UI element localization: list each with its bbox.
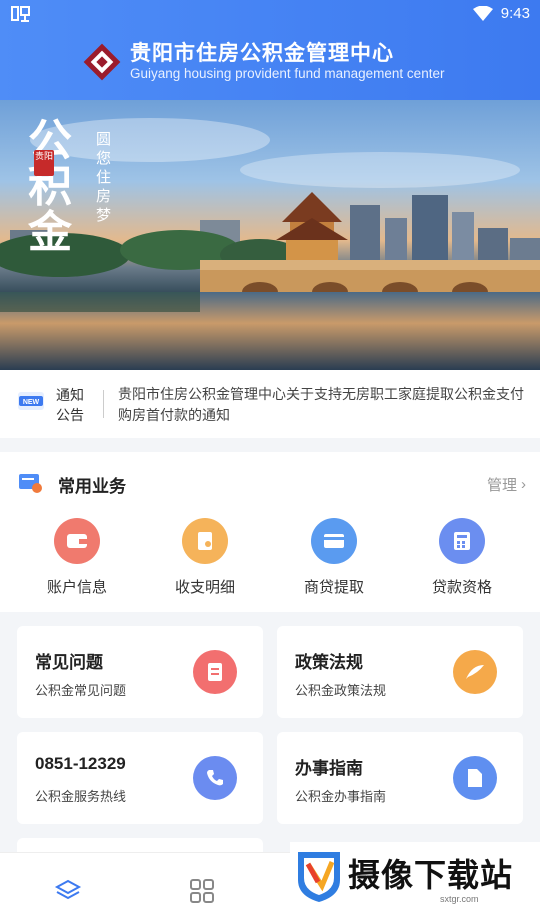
- card-guide[interactable]: 办事指南 公积金办事指南: [277, 732, 523, 824]
- service-label: 贷款资格: [431, 579, 492, 596]
- banner-slogan: 圆您住房梦: [96, 130, 112, 224]
- card-icon: [311, 518, 357, 564]
- services-title-icon: [19, 474, 42, 493]
- watermark-text: 摄像下载站: [348, 856, 514, 894]
- service-label: 账户信息: [46, 579, 107, 596]
- wifi-icon: [472, 5, 493, 21]
- watermark-url: sxtgr.com: [440, 894, 479, 904]
- status-time: 9:43: [500, 5, 530, 22]
- card-subtitle: 公积金常见问题: [35, 683, 127, 698]
- layers-icon: [54, 879, 82, 900]
- watermark: 摄像下载站 sxtgr.com: [290, 842, 540, 910]
- common-services: 常用业务 管理 › 账户信息 收支明细 商贷提取 贷款资格: [0, 452, 540, 612]
- card-subtitle: 公积金服务热线: [35, 789, 127, 804]
- phone-icon: [193, 756, 237, 800]
- grid-icon: [190, 879, 214, 903]
- manage-button[interactable]: 管理 ›: [487, 474, 526, 495]
- document-icon: [193, 650, 237, 694]
- notice-bar[interactable]: NEW 通知 公告 贵阳市住房公积金管理中心关于支持无房职工家庭提取公积金支付购…: [0, 370, 540, 438]
- notice-text[interactable]: 贵阳市住房公积金管理中心关于支持无房职工家庭提取公积金支付购房首付款的通知: [118, 384, 528, 426]
- card-subtitle: 公积金政策法规: [295, 683, 387, 698]
- service-income-expense[interactable]: 收支明细: [150, 518, 260, 597]
- card-hotline[interactable]: 0851-12329 公积金服务热线: [17, 732, 263, 824]
- calculator-icon: [439, 518, 485, 564]
- service-account-info[interactable]: 账户信息: [22, 518, 132, 597]
- notice-divider: [103, 390, 104, 418]
- nav-home[interactable]: [54, 877, 82, 905]
- card-title: 政策法规: [295, 653, 363, 672]
- banner-image[interactable]: 公积金 贵阳 圆您住房梦: [0, 100, 540, 370]
- receipt-icon: [182, 518, 228, 564]
- svg-text:NEW: NEW: [23, 399, 40, 406]
- file-icon: [453, 756, 497, 800]
- header-subtitle: Guiyang housing provident fund managemen…: [130, 66, 445, 81]
- app-header: 9:43 贵阳市住房公积金管理中心 Guiyang housing provid…: [0, 0, 540, 100]
- service-loan-eligibility[interactable]: 贷款资格: [407, 518, 517, 597]
- services-title: 常用业务: [58, 477, 126, 496]
- service-label: 收支明细: [174, 579, 235, 596]
- chevron-right-icon: ›: [521, 476, 526, 493]
- card-title: 0851-12329: [35, 754, 126, 773]
- notice-label: 通知 公告: [56, 387, 84, 423]
- status-bar: 9:43: [0, 0, 540, 28]
- header-title: 贵阳市住房公积金管理中心: [130, 42, 394, 65]
- service-label: 商贷提取: [303, 579, 364, 596]
- card-subtitle: 公积金办事指南: [295, 789, 387, 804]
- org-logo: 贵阳市住房公积金管理中心 Guiyang housing provident f…: [82, 42, 444, 82]
- wallet-icon: [54, 518, 100, 564]
- bug-icon: [11, 6, 30, 22]
- card-title: 常见问题: [35, 653, 103, 672]
- org-emblem-icon: [83, 43, 121, 81]
- card-faq[interactable]: 常见问题 公积金常见问题: [17, 626, 263, 718]
- quill-icon: [453, 650, 497, 694]
- banner-calligraphy: 公积金: [28, 115, 72, 258]
- new-badge-icon: NEW: [18, 392, 44, 410]
- banner-seal: 贵阳: [34, 150, 54, 176]
- nav-services[interactable]: [188, 877, 216, 905]
- card-policy[interactable]: 政策法规 公积金政策法规: [277, 626, 523, 718]
- card-title: 办事指南: [295, 759, 363, 778]
- watermark-logo-icon: [298, 852, 340, 902]
- service-commercial-loan[interactable]: 商贷提取: [279, 518, 389, 597]
